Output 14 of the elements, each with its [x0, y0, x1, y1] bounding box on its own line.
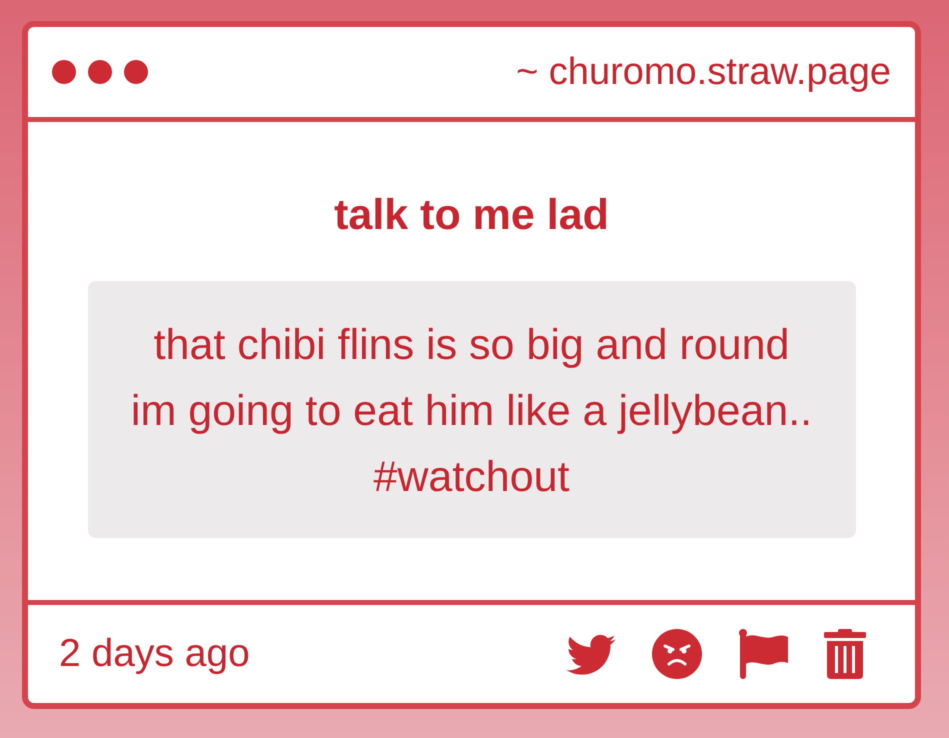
bird-icon [566, 633, 616, 675]
angry-face-icon [652, 629, 702, 679]
trash-button[interactable] [824, 629, 866, 679]
site-address: ~ churomo.straw.page [516, 50, 891, 95]
post-title: talk to me lad [334, 190, 609, 241]
message-text: that chibi flins is so big and round im going to eat him like a jellybean.. #watchout [130, 320, 812, 503]
trash-icon [824, 629, 866, 679]
flag-button[interactable] [738, 629, 788, 679]
post-time: 2 days ago [59, 631, 250, 677]
dot-icon [52, 60, 76, 84]
angry-face-button[interactable] [652, 629, 702, 679]
dot-icon [124, 60, 148, 84]
dot-icon [88, 60, 112, 84]
flag-icon [738, 629, 788, 679]
